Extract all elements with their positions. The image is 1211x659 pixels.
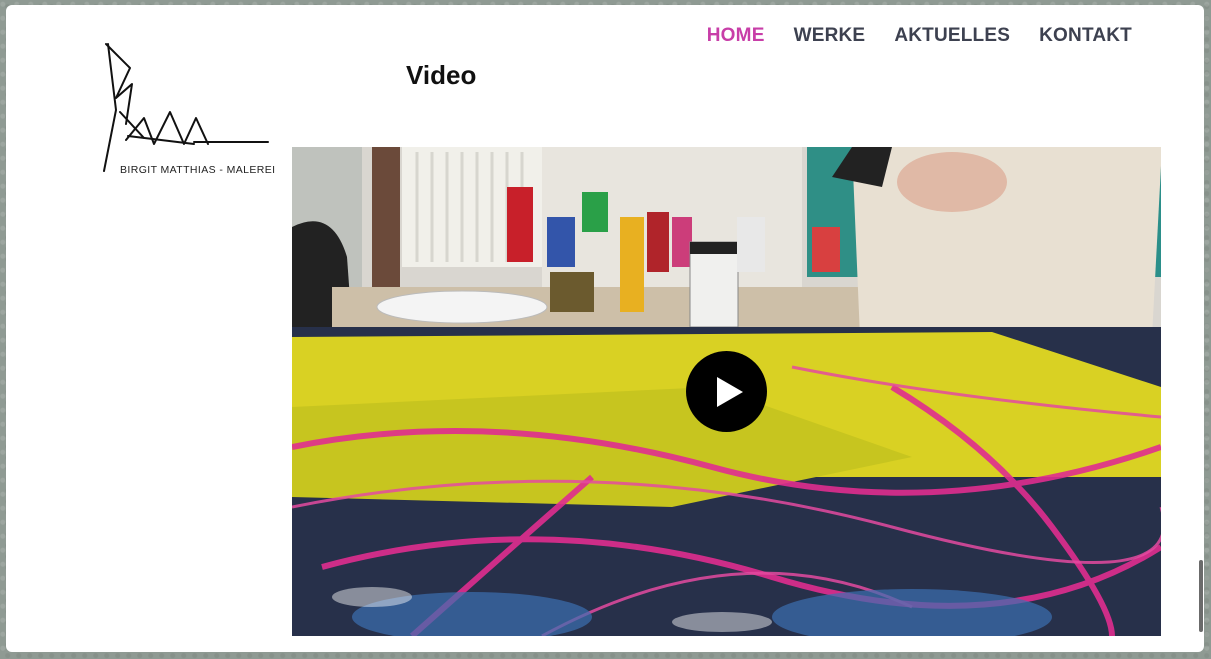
logo-text: BIRGIT MATTHIAS - MALEREI — [120, 164, 276, 176]
play-button[interactable] — [686, 351, 767, 432]
nav-aktuelles[interactable]: AKTUELLES — [894, 25, 1010, 47]
nav-kontakt[interactable]: KONTAKT — [1039, 25, 1132, 47]
site-logo[interactable]: BIRGIT MATTHIAS - MALEREI — [98, 40, 276, 180]
scrollbar-thumb[interactable] — [1199, 560, 1203, 632]
main-nav: HOME WERKE AKTUELLES KONTAKT — [707, 25, 1132, 47]
video-player[interactable] — [292, 147, 1161, 636]
page: BIRGIT MATTHIAS - MALEREI HOME WERKE AKT… — [6, 5, 1204, 652]
nav-werke[interactable]: WERKE — [794, 25, 866, 47]
play-icon — [716, 376, 743, 407]
nav-home[interactable]: HOME — [707, 25, 765, 47]
logo-monogram — [103, 43, 269, 172]
section-title: Video — [406, 60, 477, 90]
